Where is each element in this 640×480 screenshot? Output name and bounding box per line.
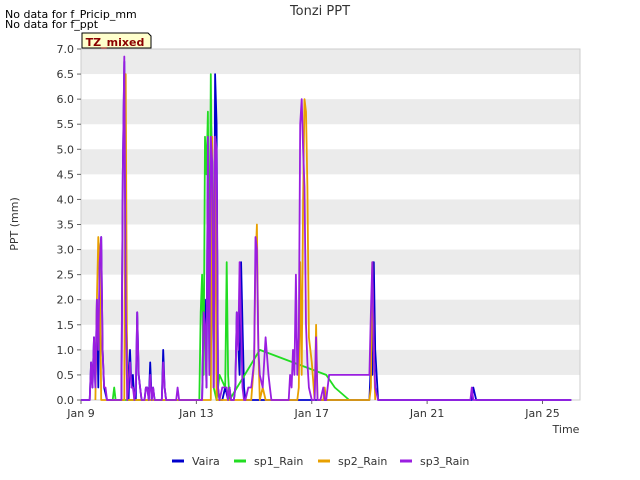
x-tick-label: Jan 9 [66, 407, 94, 420]
x-axis-label: Time [552, 423, 580, 436]
y-tick-label: 6.5 [57, 68, 75, 81]
ppt-chart: 0.0 0.5 1.0 1.5 2.0 2.5 3.0 3.5 4.0 4.5 5.0 5.5 6.0 6… [8, 4, 581, 468]
y-tick-label: 4.5 [57, 168, 75, 181]
grid-band [81, 149, 580, 175]
grid-band [81, 49, 580, 75]
grid-band [81, 249, 580, 275]
legend-label-sp3-rain: sp3_Rain [420, 455, 469, 468]
y-tick-label: 0.0 [57, 394, 75, 407]
grid-band [81, 299, 580, 325]
legend-label-vaira: Vaira [192, 455, 220, 468]
y-tick-label: 1.5 [57, 319, 75, 332]
y-tick-label: 3.5 [57, 219, 75, 232]
tz-badge-label: TZ_mixed [86, 36, 145, 49]
grid-band [81, 199, 580, 225]
grid-band [81, 349, 580, 375]
y-tick-label: 2.0 [57, 294, 75, 307]
y-tick-label: 2.5 [57, 269, 75, 282]
tz-badge: TZ_mixed [81, 32, 152, 49]
x-tick-label: Jan 17 [294, 407, 329, 420]
x-tick-label: Jan 25 [524, 407, 559, 420]
y-axis-label: PPT (mm) [8, 197, 21, 251]
legend-label-sp2-rain: sp2_Rain [338, 455, 387, 468]
y-tick-label: 3.0 [57, 244, 75, 257]
legend: Vaira sp1_Rain sp2_Rain sp3_Rain [172, 455, 469, 468]
y-tick-label: 0.5 [57, 369, 75, 382]
legend-label-sp1-rain: sp1_Rain [254, 455, 303, 468]
chart-title: Tonzi PPT [289, 4, 350, 19]
grid-band [81, 99, 580, 125]
x-tick-label: Jan 21 [409, 407, 444, 420]
x-tick-label: Jan 13 [178, 407, 213, 420]
y-tick-label: 1.0 [57, 344, 75, 357]
y-tick-label: 5.0 [57, 143, 75, 156]
y-tick-label: 7.0 [57, 43, 75, 56]
y-tick-label: 5.5 [57, 118, 75, 131]
y-tick-label: 4.0 [57, 193, 75, 206]
y-tick-label: 6.0 [57, 93, 75, 106]
